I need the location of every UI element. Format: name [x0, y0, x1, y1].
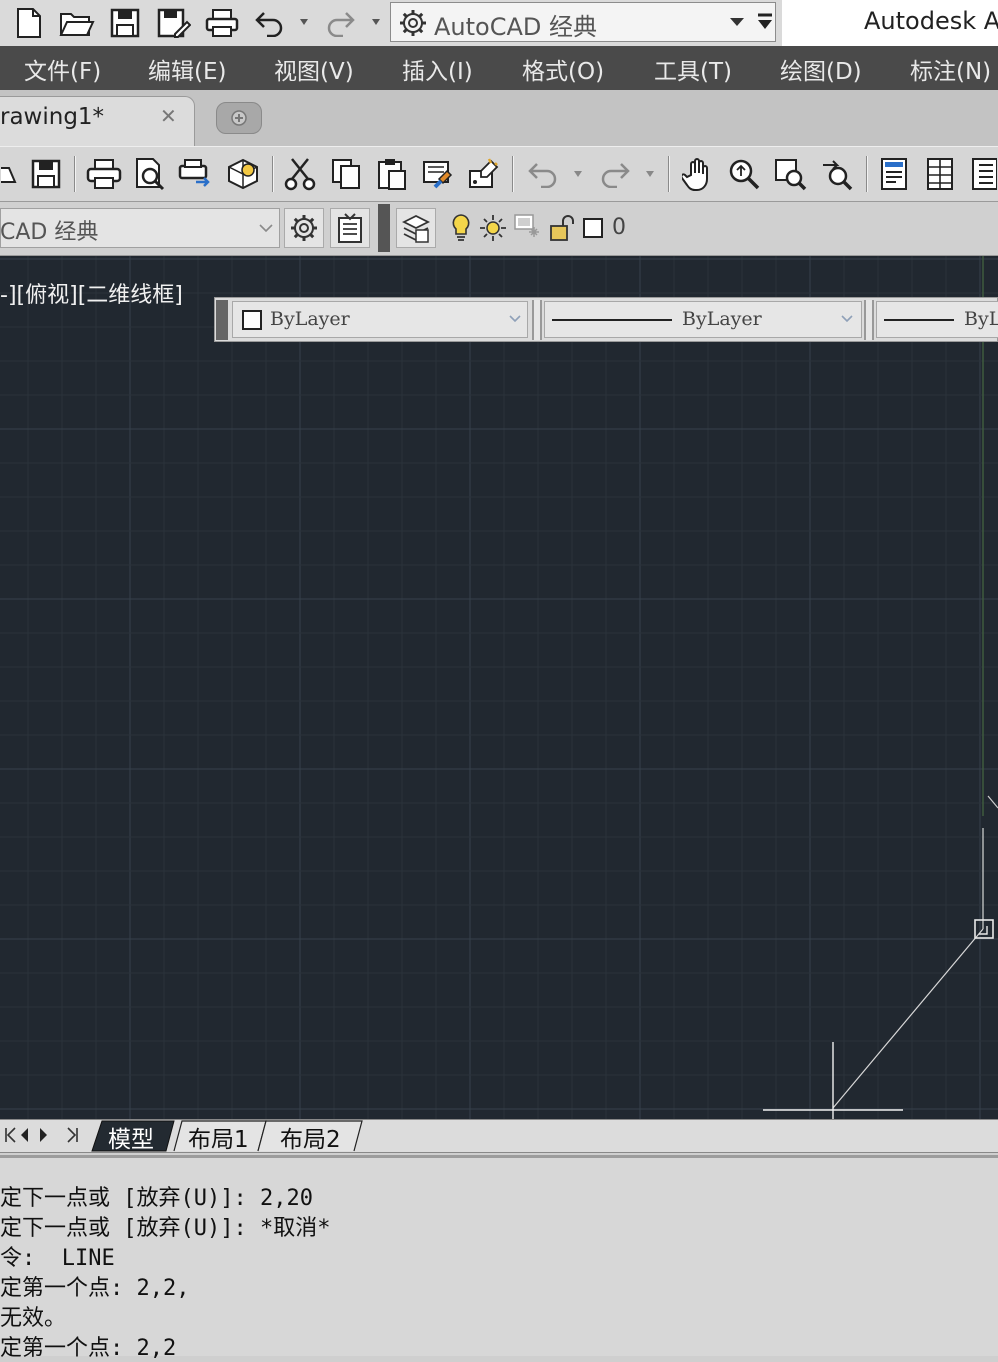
menu-insert[interactable]: 插入(I)	[402, 52, 473, 86]
color-swatch	[242, 310, 262, 330]
copy-icon[interactable]	[326, 156, 366, 192]
sun-icon[interactable]	[478, 210, 508, 246]
plot-icon[interactable]	[84, 156, 124, 192]
pan-hand-icon[interactable]	[678, 156, 718, 192]
chevron-down-icon[interactable]	[726, 10, 748, 34]
customize-toolbar-icon[interactable]	[752, 6, 778, 38]
undo-dropdown-icon[interactable]	[296, 12, 312, 32]
toolbar-grip[interactable]	[378, 204, 390, 252]
drawing-area[interactable]	[0, 256, 998, 1119]
menu-view[interactable]: 视图(V)	[274, 52, 354, 86]
redo-dropdown-icon[interactable]	[368, 12, 384, 32]
drawing-grid	[0, 256, 998, 1119]
color-control-value: ByLayer	[270, 308, 350, 330]
toolbar-grip[interactable]	[216, 300, 228, 340]
viewport-controls-label[interactable]: -][俯视][二维线框]	[0, 277, 183, 309]
redo-icon[interactable]	[322, 6, 358, 40]
new-file-icon[interactable]	[12, 6, 46, 40]
undo-dropdown-icon[interactable]	[568, 164, 588, 184]
undo-icon[interactable]	[252, 6, 288, 40]
toolbar-separator	[866, 156, 868, 192]
toolbar-divider	[864, 300, 874, 340]
workspace-dropdown-value: AutoCAD 经典	[434, 13, 598, 41]
lineweight-sample	[884, 319, 954, 321]
command-history-line: 令: LINE	[0, 1246, 115, 1271]
zoom-window-icon[interactable]	[770, 156, 810, 192]
save-icon[interactable]	[108, 6, 142, 40]
redo-dropdown-icon[interactable]	[640, 164, 660, 184]
save-icon[interactable]	[28, 156, 64, 192]
chevron-down-icon[interactable]	[506, 310, 524, 328]
toolbar-separator	[272, 156, 274, 192]
next-layout-icon[interactable]	[36, 1122, 52, 1148]
toolbar-divider	[532, 300, 542, 340]
toolbar-separator	[512, 156, 514, 192]
viewport-freeze-icon[interactable]	[512, 210, 546, 246]
drawn-line-segment	[832, 928, 984, 1109]
zoom-realtime-icon[interactable]	[724, 156, 764, 192]
menu-format[interactable]: 格式(O)	[522, 52, 604, 86]
command-history-line: 定第一个点: 2,2,	[0, 1276, 190, 1301]
undo-icon[interactable]	[522, 156, 564, 192]
current-layer-name[interactable]: 0	[612, 215, 626, 240]
linetype-control-value: ByLayer	[682, 308, 762, 330]
menu-file[interactable]: 文件(F)	[24, 52, 101, 86]
3d-dwf-icon[interactable]	[222, 156, 264, 192]
linetype-sample	[552, 319, 672, 321]
cut-icon[interactable]	[280, 156, 320, 192]
toolbar-separator	[668, 156, 670, 192]
paste-icon[interactable]	[372, 156, 412, 192]
tool-palettes-icon[interactable]	[966, 156, 998, 192]
drawn-line-segment	[987, 795, 998, 809]
document-tab-label: rawing1*	[0, 104, 105, 130]
design-center-icon[interactable]	[920, 156, 960, 192]
lineweight-control-value: ByL	[964, 308, 998, 330]
layout-tab-model[interactable]: 模型	[108, 1120, 154, 1154]
open-folder-icon[interactable]	[58, 6, 96, 40]
command-history-line: 无效。	[0, 1306, 67, 1331]
menu-tools[interactable]: 工具(T)	[654, 52, 732, 86]
last-layout-icon[interactable]	[64, 1122, 82, 1148]
unlock-icon[interactable]	[548, 210, 578, 246]
chevron-down-icon[interactable]	[256, 218, 276, 238]
redo-icon[interactable]	[594, 156, 636, 192]
previous-layout-icon[interactable]	[16, 1122, 32, 1148]
close-icon[interactable]: ✕	[160, 104, 177, 128]
zoom-previous-icon[interactable]	[816, 156, 856, 192]
app-title: Autodesk A	[864, 7, 998, 35]
workspace-settings-button[interactable]	[284, 208, 324, 248]
layer-color-swatch	[583, 218, 603, 238]
lightbulb-icon[interactable]	[448, 210, 474, 246]
menu-dimension[interactable]: 标注(N)	[910, 52, 991, 86]
gear-icon	[396, 6, 430, 40]
match-properties-icon[interactable]	[418, 156, 458, 192]
menu-edit[interactable]: 编辑(E)	[148, 52, 226, 86]
layout-tab-layout2[interactable]: 布局2	[280, 1120, 341, 1154]
plus-icon	[228, 108, 250, 128]
save-as-icon[interactable]	[156, 6, 192, 40]
command-history-line: 定下一点或 [放弃(U)]: *取消*	[0, 1216, 331, 1241]
properties-palette-icon[interactable]	[874, 156, 914, 192]
layer-properties-button[interactable]	[396, 208, 436, 248]
open-icon[interactable]	[0, 156, 20, 192]
chevron-down-icon[interactable]	[838, 310, 856, 328]
command-history-line: 定第一个点: 2,2	[0, 1336, 177, 1361]
publish-icon[interactable]	[176, 156, 216, 192]
toolbar-separator	[74, 156, 76, 192]
customize-workspace-button[interactable]	[330, 208, 370, 248]
workspace-switch-value: CAD 经典	[0, 220, 99, 245]
plot-preview-icon[interactable]	[130, 156, 170, 192]
plot-icon[interactable]	[204, 6, 240, 40]
layout-tab-layout1[interactable]: 布局1	[188, 1120, 249, 1154]
command-history-line: 定下一点或 [放弃(U)]: 2,20	[0, 1186, 313, 1211]
menu-draw[interactable]: 绘图(D)	[780, 52, 862, 86]
block-editor-icon[interactable]	[464, 156, 504, 192]
